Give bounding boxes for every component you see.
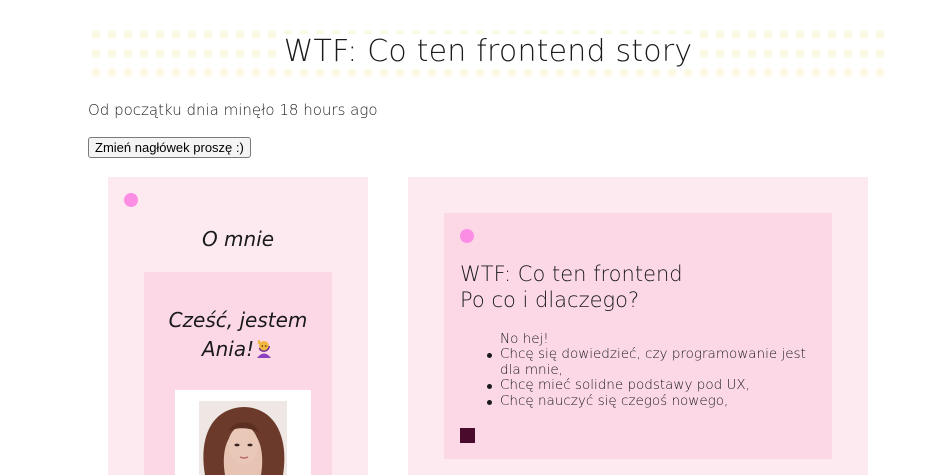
post-card: WTF: Co ten frontend Po co i dlaczego? N… (444, 213, 832, 459)
elapsed-time-text: Od początku dnia minęło 18 hours ago (88, 101, 378, 119)
greeting-text: Cześć, jestem Ania! (144, 306, 332, 364)
about-title: O mnie (201, 227, 275, 251)
post-reasons-list: Chcę się dowiedzieć, czy programowanie j… (487, 346, 810, 410)
post-panel: WTF: Co ten frontend Po co i dlaczego? N… (408, 177, 868, 475)
post-title: WTF: Co ten frontend Po co i dlaczego? (460, 261, 683, 313)
pink-dot-icon (460, 229, 474, 243)
post-title-line2: Po co i dlaczego? (460, 288, 640, 312)
page-header: WTF: Co ten frontend story (88, 24, 888, 86)
post-title-line1: WTF: Co ten frontend (460, 262, 683, 286)
list-item: Chcę nauczyć się czegoś nowego, (487, 393, 810, 410)
site-title: WTF: Co ten frontend story (88, 34, 888, 69)
list-item: Chcę mieć solidne podstawy pod UX, (487, 377, 810, 394)
about-panel: O mnie Cześć, jestem Ania! (108, 177, 368, 475)
woman-raising-hand-icon (254, 337, 274, 358)
greeting-line2: Ania! (201, 337, 255, 361)
profile-photo (199, 401, 287, 475)
post-intro: No hej! (500, 331, 549, 347)
greeting-line1: Cześć, jestem (168, 308, 308, 332)
dark-square-icon (460, 428, 475, 443)
pink-dot-icon (124, 193, 138, 207)
about-card: Cześć, jestem Ania! (144, 272, 332, 475)
site-title-text: WTF: Co ten frontend story (279, 34, 697, 69)
change-header-button[interactable]: Zmień nagłówek proszę :) (88, 137, 251, 158)
profile-photo-frame (175, 390, 311, 475)
list-item: Chcę się dowiedzieć, czy programowanie j… (487, 346, 810, 378)
